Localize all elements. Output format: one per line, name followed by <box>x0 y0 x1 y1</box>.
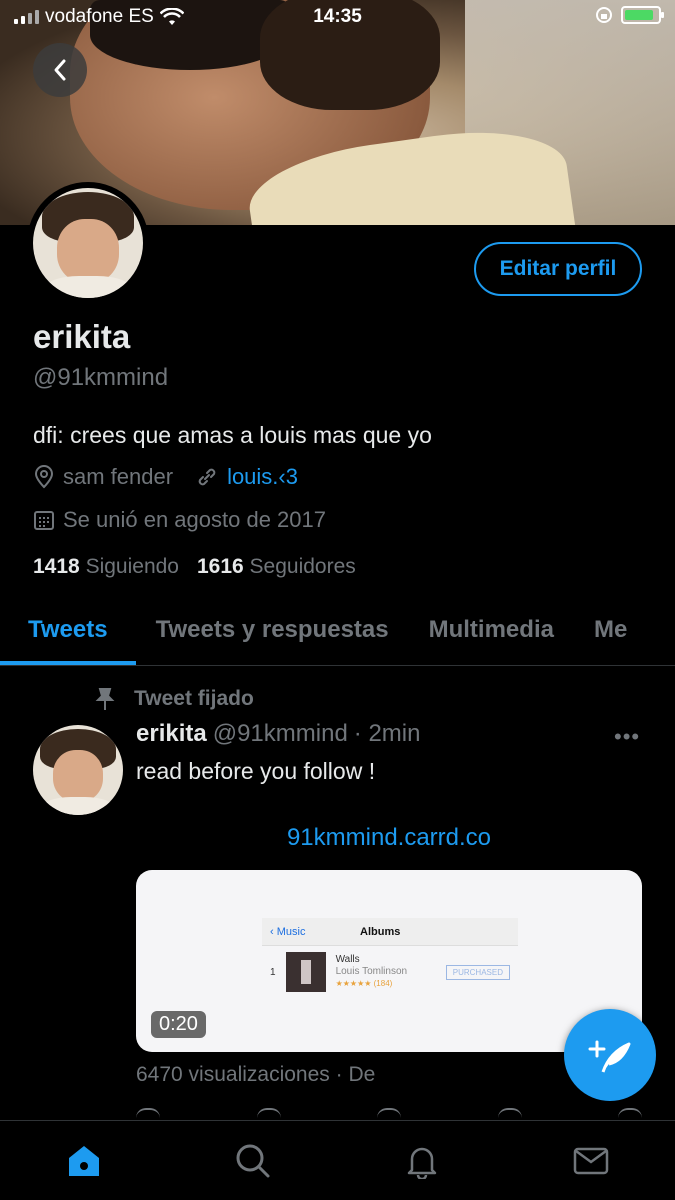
user-handle: @91kmmind <box>33 364 169 391</box>
mock-rating: ★★★★★ (184) <box>335 979 393 988</box>
mock-artist: Louis Tomlinson <box>335 966 408 977</box>
joined-date: Se unió en agosto de 2017 <box>63 507 327 532</box>
tab-media[interactable]: Multimedia <box>409 600 574 665</box>
followers-stat[interactable]: 1616 Seguidores <box>197 555 356 579</box>
tab-tweets[interactable]: Tweets <box>0 600 136 665</box>
back-button[interactable] <box>33 43 87 97</box>
mock-album: Walls <box>335 954 360 965</box>
clock: 14:35 <box>313 6 362 27</box>
map-pin-icon <box>34 465 54 489</box>
edit-profile-button[interactable]: Editar perfil <box>474 242 642 296</box>
tweet-author-avatar[interactable] <box>33 725 123 815</box>
mock-back-link: ‹ Music <box>270 925 306 938</box>
more-dots-icon[interactable]: ••• <box>614 724 640 750</box>
chevron-left-icon <box>54 59 66 81</box>
tweet-video[interactable]: ‹ Music Albums 1 Walls Louis Tomlinson ★… <box>136 870 642 1052</box>
compose-feather-icon <box>588 1040 631 1073</box>
location-text: sam fender <box>63 464 174 489</box>
mail-icon <box>573 1147 608 1174</box>
tweet-header: erikita @91kmmind · 2min <box>136 720 420 748</box>
pin-icon <box>95 688 115 710</box>
search-icon <box>236 1144 270 1177</box>
follow-stats: 1418 Siguiendo 1616 Seguidores <box>33 555 356 579</box>
nav-search[interactable] <box>223 1131 283 1191</box>
tweet-author-name[interactable]: erikita <box>136 720 207 748</box>
website-link[interactable]: louis.‹3 <box>227 464 298 490</box>
profile-avatar[interactable] <box>27 182 149 304</box>
mock-title: Albums <box>360 925 401 938</box>
compose-tweet-button[interactable] <box>564 1009 656 1101</box>
nav-messages[interactable] <box>561 1131 621 1191</box>
video-duration: 0:20 <box>151 1011 206 1038</box>
mock-purchased: PURCHASED <box>445 964 510 980</box>
profile-meta-row: sam fender louis.‹3 <box>33 464 320 490</box>
rotation-lock-icon <box>596 7 612 23</box>
mock-index: 1 <box>270 966 276 978</box>
video-thumbnail: ‹ Music Albums 1 Walls Louis Tomlinson ★… <box>262 918 518 1000</box>
tweet-link[interactable]: 91kmmind.carrd.co <box>136 824 642 852</box>
display-name: erikita <box>33 318 131 355</box>
profile-bio: dfi: crees que amas a louis mas que yo <box>33 422 432 448</box>
profile-screen: vodafone ES 14:35 Editar perfil erikita … <box>0 0 675 1200</box>
calendar-icon <box>34 511 54 530</box>
battery-icon <box>621 6 664 24</box>
profile-tabs: Tweets Tweets y respuestas Multimedia Me <box>0 600 675 666</box>
tweet-text: read before you follow ! <box>136 758 376 784</box>
tab-likes[interactable]: Me <box>574 600 647 665</box>
tab-tweets-replies[interactable]: Tweets y respuestas <box>136 600 409 665</box>
view-count: 6470 visualizaciones · De <box>136 1063 376 1086</box>
tweet-author-handle: @91kmmind <box>212 720 348 747</box>
status-bar: vodafone ES 14:35 <box>0 0 675 36</box>
pinned-label: Tweet fijado <box>134 687 254 710</box>
following-stat[interactable]: 1418 Siguiendo <box>33 555 179 579</box>
album-cover <box>285 952 326 992</box>
tweet-time: · 2min <box>353 720 421 747</box>
nav-home[interactable] <box>54 1131 114 1191</box>
bell-icon <box>407 1147 437 1179</box>
home-icon <box>69 1145 100 1176</box>
pinned-indicator: Tweet fijado <box>92 686 254 712</box>
joined-row: Se unió en agosto de 2017 <box>33 507 348 533</box>
link-icon <box>198 468 216 486</box>
bottom-navigation <box>0 1120 675 1200</box>
nav-notifications[interactable] <box>392 1131 452 1191</box>
